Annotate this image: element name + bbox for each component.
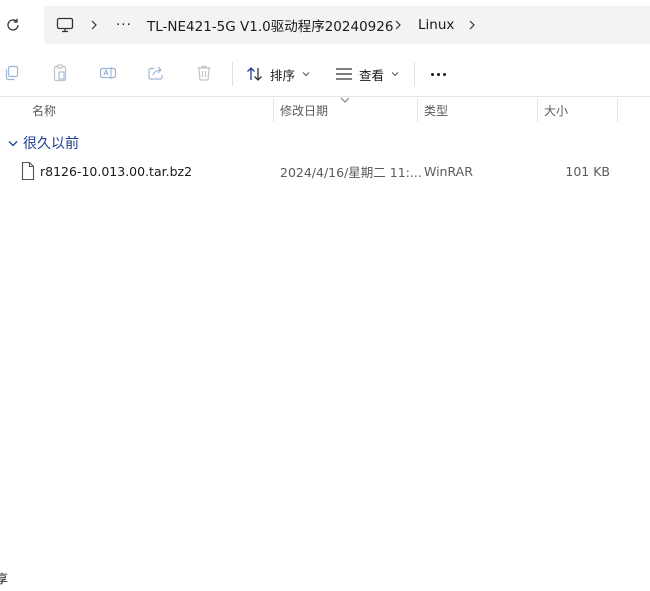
breadcrumb-chevron-icon[interactable]: [87, 6, 101, 44]
file-modified: 2024/4/16/星期二 11:...: [280, 164, 422, 180]
breadcrumb-overflow[interactable]: ···: [116, 6, 132, 44]
more-dot-icon: [430, 72, 434, 76]
sort-button[interactable]: 排序: [246, 60, 311, 88]
chevron-down-icon: [301, 69, 311, 79]
column-divider[interactable]: [617, 99, 618, 122]
sort-label: 排序: [270, 67, 296, 83]
breadcrumb[interactable]: ··· TL-NE421-5G V1.0驱动程序20240926 Linux: [44, 6, 650, 44]
table-row[interactable]: r8126-10.013.00.tar.bz2 2024/4/16/星期二 11…: [0, 159, 650, 183]
file-type: WinRAR: [424, 163, 473, 179]
toolbar-divider: [232, 62, 233, 86]
rename-button[interactable]: [98, 63, 118, 83]
command-bar: 排序 查看: [0, 50, 650, 97]
rename-icon: [99, 67, 117, 79]
view-label: 查看: [359, 67, 385, 83]
group-header[interactable]: 很久以前: [0, 132, 79, 154]
file-name: r8126-10.013.00.tar.bz2: [40, 163, 193, 179]
share-button[interactable]: [146, 63, 166, 83]
file-icon: [21, 161, 35, 181]
breadcrumb-chevron-icon[interactable]: [391, 6, 405, 44]
view-button[interactable]: 查看: [335, 60, 400, 88]
paste-button[interactable]: [50, 63, 70, 83]
chevron-down-icon[interactable]: [6, 136, 20, 150]
address-bar: ··· TL-NE421-5G V1.0驱动程序20240926 Linux: [0, 0, 650, 50]
status-fragment: 享: [0, 572, 9, 586]
more-dot-icon: [436, 72, 440, 76]
column-header-size[interactable]: 大小: [538, 97, 616, 124]
column-header-type[interactable]: 类型: [418, 97, 536, 124]
share-icon: [148, 66, 163, 80]
more-dot-icon: [442, 72, 446, 76]
copy-button[interactable]: [2, 63, 22, 83]
breadcrumb-item-driver-folder[interactable]: TL-NE421-5G V1.0驱动程序20240926: [147, 6, 393, 44]
breadcrumb-chevron-icon[interactable]: [465, 6, 479, 44]
file-size: 101 KB: [565, 163, 610, 179]
column-header-name[interactable]: 名称: [26, 97, 272, 124]
paste-icon: [53, 64, 67, 82]
more-options-button[interactable]: [426, 60, 450, 88]
view-list-icon: [336, 68, 352, 80]
trash-icon: [197, 65, 211, 81]
sort-icon: [247, 67, 262, 81]
toolbar-divider: [414, 62, 415, 86]
breadcrumb-item-linux[interactable]: Linux: [418, 6, 454, 44]
delete-button[interactable]: [194, 63, 214, 83]
copy-icon: [5, 65, 19, 81]
group-label: 很久以前: [23, 136, 79, 152]
refresh-button[interactable]: [2, 14, 24, 36]
chevron-down-icon: [390, 69, 400, 79]
sort-descending-icon: [340, 97, 350, 103]
this-pc-crumb[interactable]: [56, 6, 74, 44]
column-headers: 名称 修改日期 类型 大小: [0, 97, 650, 124]
monitor-icon: [56, 17, 74, 33]
refresh-icon: [7, 18, 19, 31]
